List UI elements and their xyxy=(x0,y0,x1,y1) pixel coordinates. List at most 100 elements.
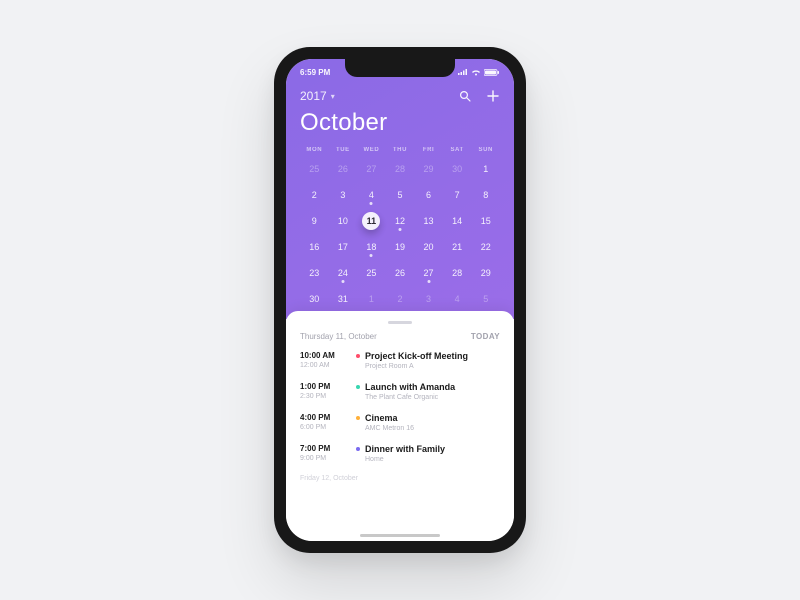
event-detail: Project Kick-off MeetingProject Room A xyxy=(356,351,468,370)
event-row[interactable]: 1:00 PM 2:30 PM Launch with AmandaThe Plan… xyxy=(300,382,500,401)
battery-icon xyxy=(484,69,500,76)
event-end: 12:00 AM xyxy=(300,362,346,369)
date-cell[interactable]: 16 xyxy=(300,237,329,257)
event-location: AMC Metron 16 xyxy=(365,425,414,432)
event-color-icon xyxy=(356,354,360,358)
drag-handle[interactable] xyxy=(388,321,412,324)
event-times: 1:00 PM 2:30 PM xyxy=(300,382,346,401)
event-dot-icon xyxy=(427,280,430,283)
weekday-row: MONTUEWEDTHUFRISATSUN xyxy=(300,147,500,153)
weekday-label: SUN xyxy=(471,147,500,153)
date-cell[interactable]: 7 xyxy=(443,185,472,205)
date-grid: 2526272829301234567891011121314151617181… xyxy=(300,159,500,309)
date-cell[interactable]: 2 xyxy=(300,185,329,205)
date-cell[interactable]: 29 xyxy=(471,263,500,283)
date-cell[interactable]: 6 xyxy=(414,185,443,205)
date-cell[interactable]: 3 xyxy=(329,185,358,205)
event-end: 2:30 PM xyxy=(300,393,346,400)
home-indicator[interactable] xyxy=(360,534,440,537)
date-cell[interactable]: 13 xyxy=(414,211,443,231)
date-cell[interactable]: 5 xyxy=(471,289,500,309)
event-detail: Launch with AmandaThe Plant Cafe Organic xyxy=(356,382,455,401)
event-panel: Thursday 11, October TODAY 10:00 AM 12:00… xyxy=(286,311,514,541)
add-button[interactable] xyxy=(486,89,500,103)
weekday-label: THU xyxy=(386,147,415,153)
year-picker[interactable]: 2017 ▾ xyxy=(300,89,335,103)
weekday-label: SAT xyxy=(443,147,472,153)
event-start: 1:00 PM xyxy=(300,382,346,391)
date-cell[interactable]: 4 xyxy=(443,289,472,309)
date-cell[interactable]: 1 xyxy=(357,289,386,309)
weekday-label: MON xyxy=(300,147,329,153)
event-location: Home xyxy=(365,456,445,463)
date-cell[interactable]: 14 xyxy=(443,211,472,231)
wifi-icon xyxy=(471,69,481,76)
event-dot-icon xyxy=(370,202,373,205)
event-dot-icon xyxy=(398,228,401,231)
date-cell[interactable]: 9 xyxy=(300,211,329,231)
date-cell[interactable]: 3 xyxy=(414,289,443,309)
status-time: 6:59 PM xyxy=(300,68,330,77)
event-row[interactable]: 4:00 PM6:00 PMCinemaAMC Metron 16 xyxy=(300,413,500,432)
event-start: 4:00 PM xyxy=(300,413,346,422)
date-cell[interactable]: 20 xyxy=(414,237,443,257)
event-list: 10:00 AM 12:00 AM Project Kick-off Meeting… xyxy=(300,351,500,463)
event-row[interactable]: 7:00 PM9:00 PMDinner with FamilyHome xyxy=(300,444,500,463)
today-button[interactable]: TODAY xyxy=(471,332,500,341)
date-cell[interactable]: 18 xyxy=(357,237,386,257)
date-cell[interactable]: 19 xyxy=(386,237,415,257)
signal-icon xyxy=(458,69,468,75)
event-times: 10:00 AM 12:00 AM xyxy=(300,351,346,370)
event-start: 10:00 AM xyxy=(300,351,346,360)
event-color-icon xyxy=(356,447,360,451)
date-cell[interactable]: 10 xyxy=(329,211,358,231)
date-cell[interactable]: 15 xyxy=(471,211,500,231)
date-cell[interactable]: 24 xyxy=(329,263,358,283)
date-cell[interactable]: 28 xyxy=(386,159,415,179)
screen: 6:59 PM 2017 ▾ xyxy=(286,59,514,541)
date-cell[interactable]: 31 xyxy=(329,289,358,309)
year-label: 2017 xyxy=(300,89,327,103)
date-cell[interactable]: 26 xyxy=(329,159,358,179)
date-cell[interactable]: 4 xyxy=(357,185,386,205)
date-cell[interactable]: 21 xyxy=(443,237,472,257)
event-dot-icon xyxy=(341,280,344,283)
month-title: October xyxy=(300,109,500,137)
weekday-label: TUE xyxy=(329,147,358,153)
date-cell[interactable]: 27 xyxy=(357,159,386,179)
date-cell[interactable]: 28 xyxy=(443,263,472,283)
date-cell[interactable]: 11 xyxy=(357,211,386,231)
date-cell[interactable]: 12 xyxy=(386,211,415,231)
date-cell[interactable]: 30 xyxy=(300,289,329,309)
date-cell[interactable]: 2 xyxy=(386,289,415,309)
date-cell[interactable]: 25 xyxy=(300,159,329,179)
weekday-label: FRI xyxy=(414,147,443,153)
calendar-header: 6:59 PM 2017 ▾ xyxy=(286,59,514,319)
status-right xyxy=(458,69,500,76)
date-cell[interactable]: 1 xyxy=(471,159,500,179)
date-cell[interactable]: 26 xyxy=(386,263,415,283)
event-title: Project Kick-off Meeting xyxy=(356,351,468,361)
date-cell[interactable]: 23 xyxy=(300,263,329,283)
date-cell[interactable]: 8 xyxy=(471,185,500,205)
date-cell[interactable]: 27 xyxy=(414,263,443,283)
event-times: 4:00 PM 6:00 PM xyxy=(300,413,346,432)
date-cell[interactable]: 17 xyxy=(329,237,358,257)
notch xyxy=(345,59,455,77)
search-button[interactable] xyxy=(458,89,472,103)
list-date-heading: Thursday 11, October xyxy=(300,332,377,341)
event-end: 6:00 PM xyxy=(300,424,346,431)
date-cell[interactable]: 29 xyxy=(414,159,443,179)
weekday-label: WED xyxy=(357,147,386,153)
phone-frame: 6:59 PM 2017 ▾ xyxy=(274,47,526,553)
date-cell[interactable]: 30 xyxy=(443,159,472,179)
event-color-icon xyxy=(356,385,360,389)
chevron-down-icon: ▾ xyxy=(331,92,335,101)
date-cell[interactable]: 5 xyxy=(386,185,415,205)
event-title: Dinner with Family xyxy=(356,444,445,454)
next-day-heading: Friday 12, October xyxy=(300,475,500,482)
event-row[interactable]: 10:00 AM 12:00 AM Project Kick-off Meeting… xyxy=(300,351,500,370)
date-cell[interactable]: 25 xyxy=(357,263,386,283)
event-end: 9:00 PM xyxy=(300,455,346,462)
date-cell[interactable]: 22 xyxy=(471,237,500,257)
